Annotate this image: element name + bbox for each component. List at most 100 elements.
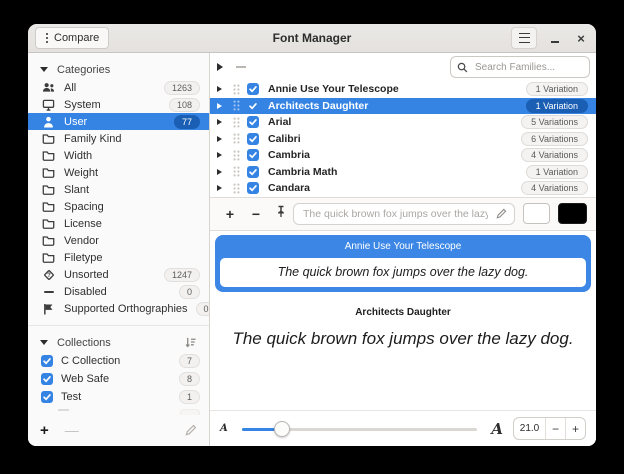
- collection-item-c-collection[interactable]: C Collection 7: [28, 352, 209, 370]
- pin-icon[interactable]: [275, 205, 287, 223]
- compare-toolbar: + −: [210, 197, 596, 231]
- sidebar-item-user[interactable]: User 77: [28, 113, 209, 130]
- checkbox-checked-icon[interactable]: [247, 116, 259, 128]
- font-size-slider[interactable]: [242, 421, 478, 437]
- expander-icon[interactable]: [217, 152, 227, 158]
- sort-button[interactable]: [184, 336, 197, 349]
- remove-compare-button[interactable]: −: [245, 206, 267, 222]
- close-button[interactable]: ×: [573, 29, 589, 47]
- foreground-color-swatch[interactable]: [523, 203, 550, 224]
- font-row-candara[interactable]: Candara 4 Variations: [210, 180, 596, 197]
- collections-header[interactable]: Collections: [28, 333, 209, 352]
- select-all-dash-icon[interactable]: [236, 66, 246, 68]
- font-size-value[interactable]: 21.0: [514, 423, 545, 434]
- preview-sample-text[interactable]: The quick brown fox jumps over the lazy …: [215, 329, 591, 349]
- collection-item-test[interactable]: Test 1: [28, 388, 209, 406]
- sidebar-item-disabled[interactable]: Disabled 0: [28, 283, 209, 300]
- font-row-architects-daughter[interactable]: Architects Daughter 1 Variation: [210, 98, 596, 115]
- font-row-cambria[interactable]: Cambria 4 Variations: [210, 147, 596, 164]
- checkbox-checked-icon[interactable]: [247, 133, 259, 145]
- sidebar-item-filetype[interactable]: Filetype: [28, 249, 209, 266]
- monitor-icon: [41, 99, 56, 111]
- sidebar-item-slant[interactable]: Slant: [28, 181, 209, 198]
- svg-text:?: ?: [47, 273, 51, 279]
- edit-pencil-icon[interactable]: [496, 208, 507, 219]
- add-compare-button[interactable]: +: [219, 206, 241, 222]
- help-diamond-icon: ?: [41, 269, 56, 281]
- expander-icon[interactable]: [217, 119, 227, 125]
- search-icon: [457, 62, 468, 73]
- font-row-arial[interactable]: Arial 5 Variations: [210, 114, 596, 131]
- drag-handle-icon[interactable]: [233, 117, 240, 128]
- font-row-annie-use-your-telescope[interactable]: Annie Use Your Telescope 1 Variation: [210, 81, 596, 98]
- folder-icon: [41, 218, 56, 229]
- preview-text-entry[interactable]: [293, 203, 515, 225]
- titlebar[interactable]: Compare Font Manager ×: [28, 24, 596, 53]
- drag-handle-icon[interactable]: [233, 183, 240, 194]
- sidebar-item-system[interactable]: System 108: [28, 96, 209, 113]
- app-menu-button[interactable]: [511, 27, 537, 49]
- expander-icon[interactable]: [217, 185, 227, 191]
- checkbox-checked-icon[interactable]: [41, 373, 53, 385]
- variations-badge: 4 Variations: [521, 148, 588, 162]
- sidebar-item-all[interactable]: All 1263: [28, 79, 209, 96]
- minimize-button[interactable]: [547, 29, 563, 47]
- checkbox-checked-icon[interactable]: [41, 355, 53, 367]
- checkbox-checked-icon[interactable]: [247, 100, 259, 112]
- preview-sample-text: The quick brown fox jumps over the lazy …: [220, 258, 586, 287]
- categories-header[interactable]: Categories: [28, 60, 209, 79]
- sidebar-item-supported-orthographies[interactable]: Supported Orthographies 0: [28, 300, 209, 317]
- variations-badge: 6 Variations: [521, 132, 588, 146]
- drag-handle-icon[interactable]: [233, 84, 240, 95]
- increase-size-button[interactable]: +: [565, 418, 585, 439]
- expander-icon[interactable]: [217, 103, 227, 109]
- font-row-cambria-math[interactable]: Cambria Math 1 Variation: [210, 164, 596, 181]
- sidebar-item-license[interactable]: License: [28, 215, 209, 232]
- checkbox-checked-icon[interactable]: [247, 83, 259, 95]
- compare-button[interactable]: Compare: [35, 27, 109, 49]
- edit-pencil-icon[interactable]: [185, 424, 197, 436]
- sidebar-item-vendor[interactable]: Vendor: [28, 232, 209, 249]
- sidebar-item-family-kind[interactable]: Family Kind: [28, 130, 209, 147]
- drag-handle-icon[interactable]: [233, 100, 240, 111]
- sidebar-item-unsorted[interactable]: ? Unsorted 1247: [28, 266, 209, 283]
- count-badge: 0: [196, 302, 209, 316]
- collection-item-clipped: [28, 406, 209, 418]
- background-color-swatch[interactable]: [558, 203, 587, 224]
- drag-handle-icon[interactable]: [233, 133, 240, 144]
- preview-text-input[interactable]: [301, 207, 490, 221]
- add-collection-button[interactable]: +: [40, 423, 49, 438]
- folder-icon: [41, 235, 56, 246]
- chevron-down-icon: [40, 67, 48, 72]
- search-families-box[interactable]: [450, 56, 590, 78]
- collection-item-web-safe[interactable]: Web Safe 8: [28, 370, 209, 388]
- remove-collection-button[interactable]: —: [65, 423, 79, 437]
- minus-icon: [41, 286, 56, 298]
- search-input[interactable]: [473, 61, 583, 74]
- slider-handle[interactable]: [274, 421, 290, 437]
- sidebar-separator: [28, 325, 209, 326]
- main-pane: Annie Use Your Telescope 1 Variation Arc…: [210, 53, 596, 446]
- drag-handle-icon[interactable]: [233, 150, 240, 161]
- preview-family-name: Annie Use Your Telescope: [220, 235, 586, 258]
- expander-icon[interactable]: [217, 169, 227, 175]
- sidebar-item-spacing[interactable]: Spacing: [28, 198, 209, 215]
- checkbox-checked-icon[interactable]: [247, 182, 259, 194]
- decrease-size-button[interactable]: −: [545, 418, 565, 439]
- drag-handle-icon[interactable]: [233, 166, 240, 177]
- count-badge: 7: [179, 354, 200, 368]
- compare-button-label: Compare: [54, 32, 99, 44]
- font-manager-window: Compare Font Manager × Categories: [28, 24, 596, 446]
- expander-icon[interactable]: [217, 136, 227, 142]
- sidebar-item-width[interactable]: Width: [28, 147, 209, 164]
- checkbox-checked-icon[interactable]: [247, 166, 259, 178]
- expander-icon[interactable]: [217, 63, 223, 71]
- checkbox-checked-icon[interactable]: [41, 391, 53, 403]
- sidebar-item-weight[interactable]: Weight: [28, 164, 209, 181]
- expander-icon[interactable]: [217, 86, 227, 92]
- checkbox-checked-icon[interactable]: [247, 149, 259, 161]
- count-badge: 108: [169, 98, 200, 112]
- preview-card-selected[interactable]: Annie Use Your Telescope The quick brown…: [215, 235, 591, 292]
- font-size-spinbox[interactable]: 21.0 − +: [513, 417, 586, 440]
- font-row-calibri[interactable]: Calibri 6 Variations: [210, 131, 596, 148]
